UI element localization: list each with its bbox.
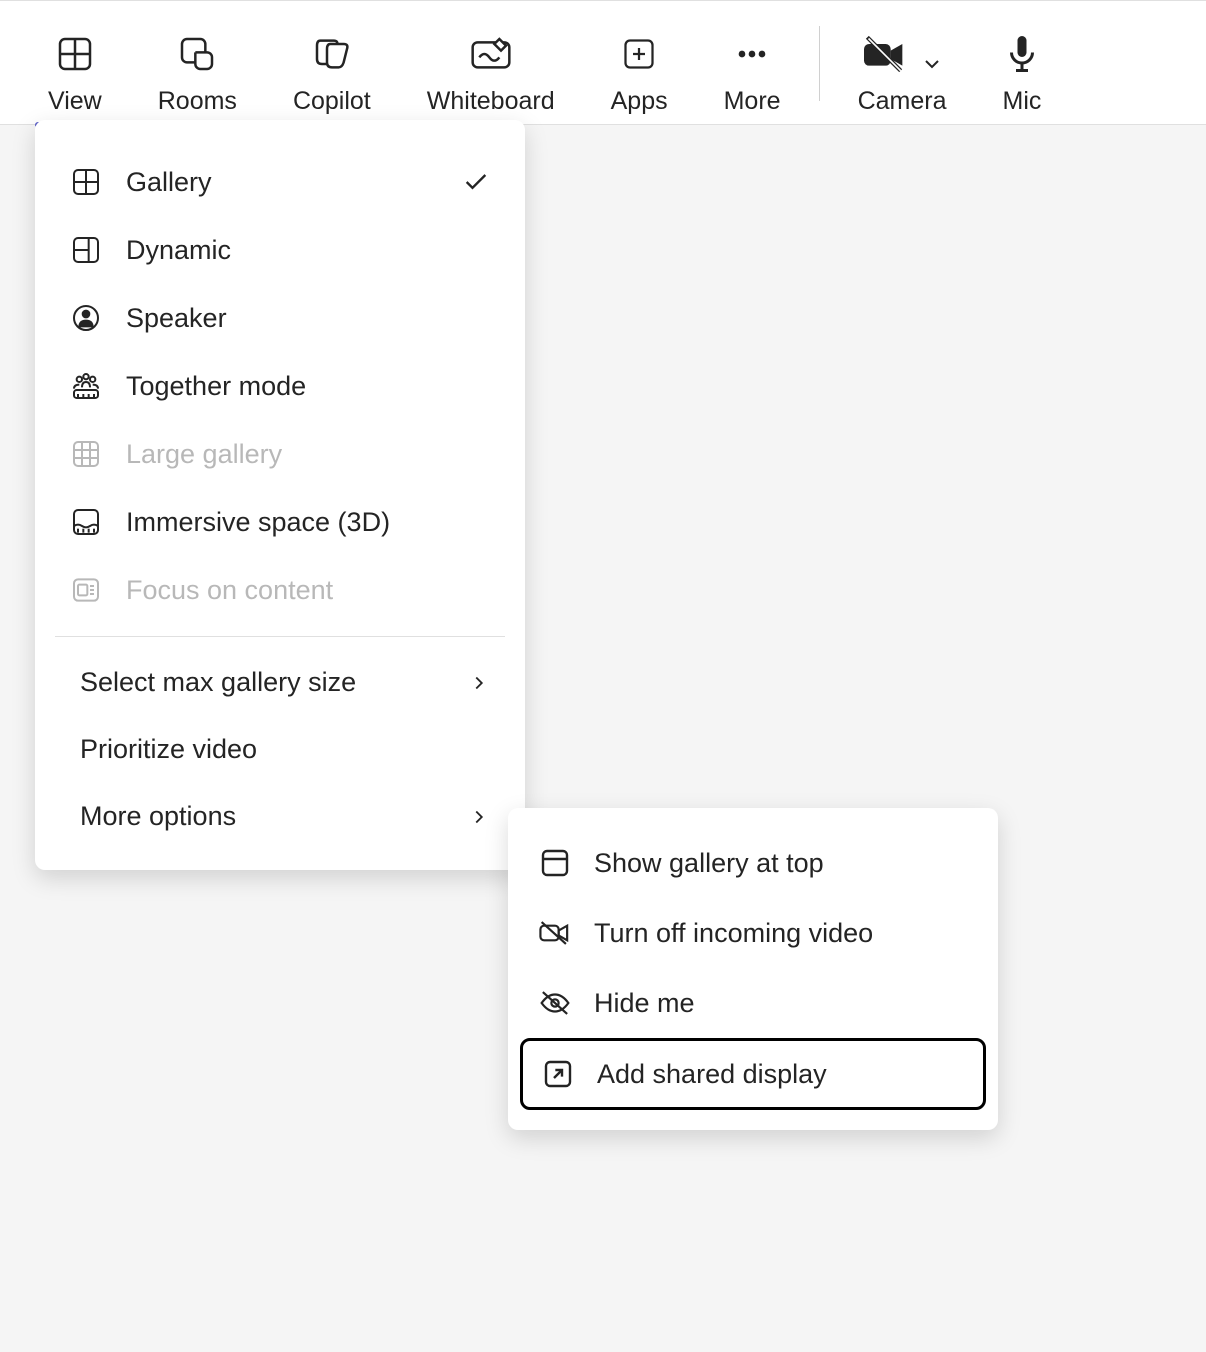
toolbar-view-label: View (48, 87, 102, 116)
checkmark-icon (462, 168, 490, 196)
toolbar-apps[interactable]: Apps (583, 1, 696, 124)
view-dropdown-menu: Gallery Dynamic Speaker (35, 120, 525, 870)
toolbar-apps-label: Apps (611, 87, 668, 116)
toolbar-copilot[interactable]: Copilot (265, 1, 399, 124)
toolbar-whiteboard-label: Whiteboard (427, 87, 555, 116)
menu-item-large-gallery-label: Large gallery (126, 439, 490, 470)
menu-item-immersive-space-label: Immersive space (3D) (126, 507, 490, 538)
toolbar-rooms[interactable]: Rooms (130, 1, 265, 124)
submenu-item-add-shared-display-label: Add shared display (597, 1059, 827, 1090)
menu-item-together-mode[interactable]: Together mode (35, 352, 525, 420)
camera-off-icon (860, 34, 908, 74)
mic-icon (1004, 29, 1040, 79)
whiteboard-icon (469, 29, 513, 79)
focus-content-icon (70, 574, 102, 606)
toolbar-whiteboard[interactable]: Whiteboard (399, 1, 583, 124)
toolbar-rooms-label: Rooms (158, 87, 237, 116)
view-icon (55, 29, 95, 79)
menu-item-prioritize-video-label: Prioritize video (80, 734, 490, 765)
rooms-icon (177, 29, 217, 79)
toolbar-camera[interactable]: Camera (830, 1, 975, 124)
toolbar-mic-label: Mic (1003, 87, 1042, 116)
toolbar-divider (819, 26, 820, 101)
submenu-item-show-gallery-top-label: Show gallery at top (594, 848, 824, 879)
more-icon (732, 29, 772, 79)
menu-item-large-gallery: Large gallery (35, 420, 525, 488)
dynamic-icon (70, 234, 102, 266)
menu-item-immersive-space[interactable]: Immersive space (3D) (35, 488, 525, 556)
chevron-down-icon[interactable] (920, 52, 944, 76)
menu-item-gallery-label: Gallery (126, 167, 438, 198)
toolbar-more-label: More (724, 87, 781, 116)
menu-item-select-max-gallery[interactable]: Select max gallery size (35, 649, 525, 716)
menu-item-more-options[interactable]: More options (35, 783, 525, 850)
hide-me-icon (538, 986, 572, 1020)
toolbar-copilot-label: Copilot (293, 87, 371, 116)
chevron-right-icon (468, 672, 490, 694)
menu-item-focus-content: Focus on content (35, 556, 525, 624)
toolbar-camera-label: Camera (858, 87, 947, 116)
submenu-item-turn-off-incoming-video[interactable]: Turn off incoming video (508, 898, 998, 968)
menu-item-focus-content-label: Focus on content (126, 575, 490, 606)
together-mode-icon (70, 370, 102, 402)
submenu-item-show-gallery-top[interactable]: Show gallery at top (508, 828, 998, 898)
toolbar-view[interactable]: View (20, 1, 130, 124)
menu-item-dynamic-label: Dynamic (126, 235, 490, 266)
menu-item-prioritize-video[interactable]: Prioritize video (35, 716, 525, 783)
copilot-icon (310, 29, 354, 79)
menu-item-more-options-label: More options (80, 801, 444, 832)
video-off-icon (538, 916, 572, 950)
gallery-icon (70, 166, 102, 198)
toolbar-mic[interactable]: Mic (975, 1, 1070, 124)
large-gallery-icon (70, 438, 102, 470)
submenu-item-turn-off-incoming-video-label: Turn off incoming video (594, 918, 873, 949)
gallery-top-icon (538, 846, 572, 880)
toolbar-more[interactable]: More (696, 1, 809, 124)
submenu-item-add-shared-display[interactable]: Add shared display (520, 1038, 986, 1110)
speaker-icon (70, 302, 102, 334)
menu-item-select-max-gallery-label: Select max gallery size (80, 667, 444, 698)
menu-item-dynamic[interactable]: Dynamic (35, 216, 525, 284)
submenu-item-hide-me[interactable]: Hide me (508, 968, 998, 1038)
add-shared-display-icon (541, 1057, 575, 1091)
more-options-submenu: Show gallery at top Turn off incoming vi… (508, 808, 998, 1130)
menu-item-speaker[interactable]: Speaker (35, 284, 525, 352)
submenu-item-hide-me-label: Hide me (594, 988, 695, 1019)
menu-item-gallery[interactable]: Gallery (35, 148, 525, 216)
immersive-space-icon (70, 506, 102, 538)
chevron-right-icon (468, 806, 490, 828)
meeting-toolbar: View Rooms Copilot Whiteboard (0, 0, 1206, 125)
apps-icon (621, 29, 657, 79)
menu-item-speaker-label: Speaker (126, 303, 490, 334)
dropdown-divider (55, 636, 505, 637)
menu-item-together-mode-label: Together mode (126, 371, 490, 402)
